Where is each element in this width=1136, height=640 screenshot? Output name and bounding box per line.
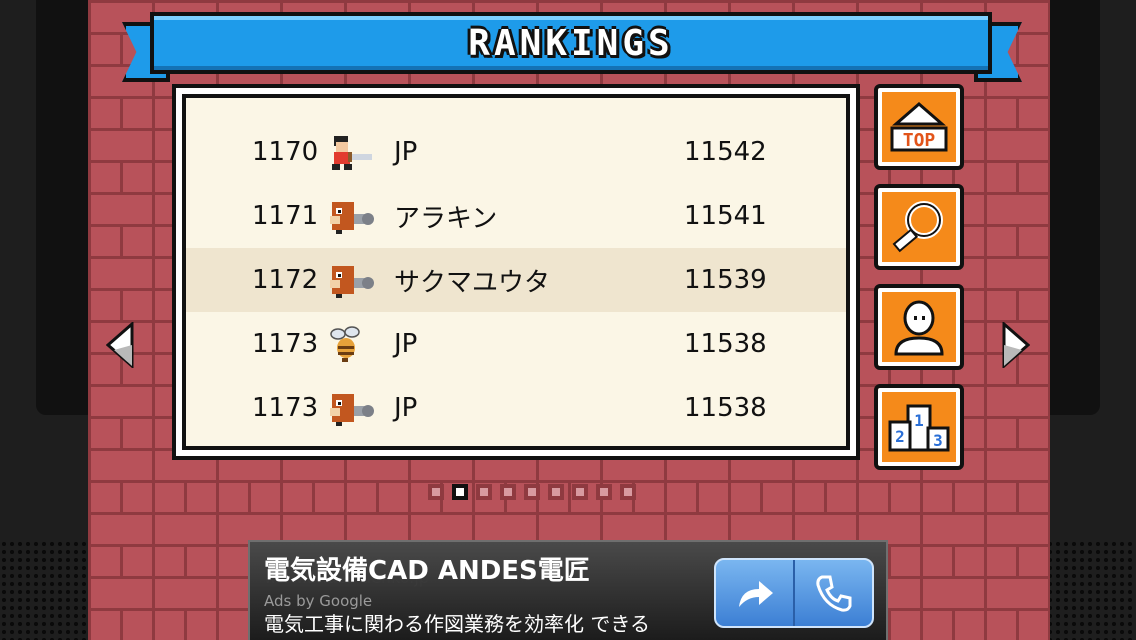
rank-number: 1173 — [252, 329, 319, 359]
share-arrow-icon — [738, 581, 773, 607]
phone-icon — [815, 575, 851, 612]
top-label: TOP — [903, 130, 936, 151]
page-dot-7[interactable] — [572, 484, 588, 500]
page-dot-8[interactable] — [596, 484, 612, 500]
magnifier-icon — [892, 201, 943, 253]
top-arrow-icon: TOP — [890, 102, 948, 152]
rankings-list: 1170 JP 11542 1171 アラキン 11541 1172 サクマユウ… — [182, 94, 850, 450]
page-indicator — [428, 484, 636, 500]
profile-icon — [894, 300, 944, 356]
bee-icon — [330, 326, 360, 362]
ad-banner[interactable]: www.andes-denko.jp 電気設備CAD ANDES電匠 Ads b… — [248, 540, 888, 640]
rank-number: 1172 — [252, 265, 319, 295]
player-score: 11539 — [684, 265, 767, 295]
next-page-arrow-icon[interactable] — [1000, 322, 1030, 368]
page-dot-5[interactable] — [524, 484, 540, 500]
title-banner: RANKINGS — [150, 12, 992, 74]
player-name: JP — [394, 393, 418, 423]
ranking-row[interactable]: 1173 JP 11538 — [186, 376, 846, 440]
podium-third-label: 3 — [933, 431, 943, 450]
top-button[interactable]: TOP — [874, 84, 964, 170]
page-title: RANKINGS — [468, 22, 674, 64]
leaderboard-button[interactable]: 1 2 3 — [874, 384, 964, 470]
player-name: JP — [394, 137, 418, 167]
podium-first-label: 1 — [914, 411, 924, 430]
ad-call-button[interactable] — [793, 560, 872, 626]
ranking-row[interactable]: 1170 JP 11542 — [186, 120, 846, 184]
player-score: 11538 — [684, 329, 767, 359]
page-dot-6[interactable] — [548, 484, 564, 500]
page-dot-2-current[interactable] — [452, 484, 468, 500]
page-dot-1[interactable] — [428, 484, 444, 500]
podium-icon: 1 2 3 — [888, 404, 950, 452]
speaker-grille — [1046, 540, 1136, 640]
brown-dog-icon — [330, 394, 374, 426]
ranking-row-current-player[interactable]: 1172 サクマユウタ 11539 — [186, 248, 846, 312]
page-dot-9[interactable] — [620, 484, 636, 500]
ranking-row[interactable]: 1173 JP 11538 — [186, 312, 846, 376]
player-name: JP — [394, 329, 418, 359]
ad-description: 電気工事に関わる作図業務を効率化 できる — [264, 612, 650, 636]
search-button[interactable] — [874, 184, 964, 270]
rankings-panel: 1170 JP 11542 1171 アラキン 11541 1172 サクマユウ… — [172, 84, 860, 460]
profile-button[interactable] — [874, 284, 964, 370]
player-name: アラキン — [394, 203, 498, 234]
left-frame — [36, 0, 96, 415]
podium-second-label: 2 — [895, 427, 905, 446]
player-name: サクマユウタ — [394, 267, 551, 298]
previous-page-arrow-icon[interactable] — [106, 322, 136, 368]
hero-with-sword-icon — [332, 136, 372, 170]
ad-title: 電気設備CAD ANDES電匠 — [264, 556, 590, 586]
rank-number: 1171 — [252, 201, 319, 231]
player-score: 11542 — [684, 137, 767, 167]
rank-number: 1170 — [252, 137, 319, 167]
player-score: 11541 — [684, 201, 767, 231]
rank-number: 1173 — [252, 393, 319, 423]
page-dot-4[interactable] — [500, 484, 516, 500]
brown-dog-icon — [330, 202, 374, 234]
ranking-row[interactable]: 1171 アラキン 11541 — [186, 184, 846, 248]
brown-dog-icon — [330, 266, 374, 298]
page-dot-3[interactable] — [476, 484, 492, 500]
ad-action-buttons — [714, 558, 874, 628]
ad-share-button[interactable] — [716, 560, 793, 626]
player-score: 11538 — [684, 393, 767, 423]
speaker-grille — [0, 540, 90, 640]
